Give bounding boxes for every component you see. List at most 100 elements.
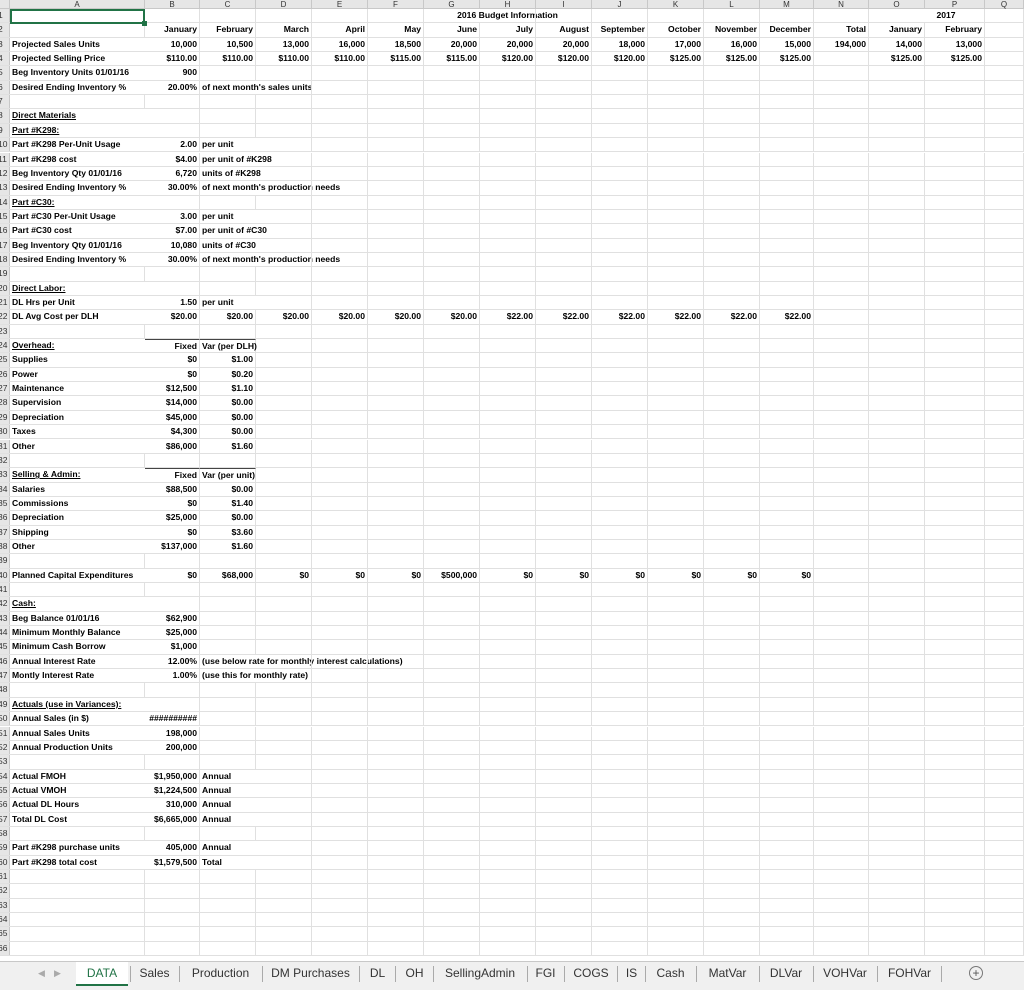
cell-P64[interactable] — [925, 913, 985, 927]
row-header-59[interactable]: 59 — [0, 841, 10, 855]
cell-Q11[interactable] — [985, 152, 1024, 166]
cell-E61[interactable] — [312, 870, 368, 884]
cell-L18[interactable] — [704, 252, 760, 267]
cell-B19[interactable] — [145, 267, 200, 281]
cell-C19[interactable] — [200, 267, 256, 281]
cell-G64[interactable] — [424, 913, 480, 927]
cell-E52[interactable] — [312, 740, 368, 755]
cell-H66[interactable] — [480, 941, 536, 956]
cell-J2[interactable]: September — [592, 23, 648, 37]
cell-O51[interactable] — [869, 726, 925, 740]
select-all-corner[interactable] — [0, 0, 10, 9]
cell-J8[interactable] — [592, 109, 648, 123]
cell-L25[interactable] — [704, 353, 760, 367]
cell-N22[interactable] — [814, 310, 869, 324]
cell-J54[interactable] — [592, 769, 648, 783]
cell-D41[interactable] — [256, 583, 312, 597]
cell-O57[interactable] — [869, 812, 925, 826]
cell-N26[interactable] — [814, 367, 869, 382]
cell-L35[interactable] — [704, 496, 760, 511]
cell-C35[interactable]: $1.40 — [200, 496, 256, 511]
cell-M31[interactable] — [760, 439, 814, 453]
cell-J33[interactable] — [592, 468, 648, 482]
cell-N6[interactable] — [814, 80, 869, 95]
cell-F10[interactable] — [368, 138, 424, 152]
cell-E33[interactable] — [312, 468, 368, 482]
cell-J55[interactable] — [592, 783, 648, 798]
cell-I44[interactable] — [536, 626, 592, 640]
cell-H14[interactable] — [480, 195, 536, 209]
cell-K49[interactable] — [648, 697, 704, 712]
cell-I59[interactable] — [536, 841, 592, 855]
cell-B56[interactable]: 310,000 — [145, 798, 200, 812]
cell-K29[interactable] — [648, 410, 704, 425]
cell-I35[interactable] — [536, 496, 592, 511]
cell-D42[interactable] — [256, 597, 312, 611]
cell-I41[interactable] — [536, 583, 592, 597]
cell-M15[interactable] — [760, 209, 814, 224]
cell-Q36[interactable] — [985, 511, 1024, 525]
cell-D15[interactable] — [256, 209, 312, 224]
cell-I21[interactable] — [536, 296, 592, 310]
cell-L7[interactable] — [704, 95, 760, 109]
cell-C51[interactable] — [200, 726, 256, 740]
cell-B62[interactable] — [145, 884, 200, 898]
cell-L39[interactable] — [704, 554, 760, 568]
cell-J30[interactable] — [592, 425, 648, 439]
cell-L59[interactable] — [704, 841, 760, 855]
cell-D24[interactable] — [256, 339, 312, 353]
cell-O53[interactable] — [869, 755, 925, 769]
cell-F30[interactable] — [368, 425, 424, 439]
cell-K47[interactable] — [648, 669, 704, 683]
cell-G41[interactable] — [424, 583, 480, 597]
cell-N48[interactable] — [814, 683, 869, 697]
cell-E44[interactable] — [312, 626, 368, 640]
column-header-O[interactable]: O — [869, 0, 925, 9]
cell-E51[interactable] — [312, 726, 368, 740]
cell-E38[interactable] — [312, 539, 368, 554]
cell-O44[interactable] — [869, 626, 925, 640]
cell-K46[interactable] — [648, 654, 704, 669]
cell-K44[interactable] — [648, 626, 704, 640]
cell-K3[interactable]: 17,000 — [648, 37, 704, 52]
cell-L37[interactable] — [704, 525, 760, 539]
cell-E48[interactable] — [312, 683, 368, 697]
cell-Q50[interactable] — [985, 712, 1024, 726]
cell-C52[interactable] — [200, 740, 256, 755]
cell-K15[interactable] — [648, 209, 704, 224]
cell-J10[interactable] — [592, 138, 648, 152]
cell-C25[interactable]: $1.00 — [200, 353, 256, 367]
cell-G44[interactable] — [424, 626, 480, 640]
cell-I51[interactable] — [536, 726, 592, 740]
cell-Q12[interactable] — [985, 166, 1024, 181]
row-header-5[interactable]: 5 — [0, 66, 10, 80]
cell-J25[interactable] — [592, 353, 648, 367]
cell-G38[interactable] — [424, 539, 480, 554]
cell-O9[interactable] — [869, 123, 925, 138]
cell-O61[interactable] — [869, 870, 925, 884]
cell-P30[interactable] — [925, 425, 985, 439]
cell-I24[interactable] — [536, 339, 592, 353]
cell-L43[interactable] — [704, 611, 760, 626]
cell-P38[interactable] — [925, 539, 985, 554]
row-header-40[interactable]: 40 — [0, 568, 10, 582]
cell-I34[interactable] — [536, 482, 592, 496]
cell-P34[interactable] — [925, 482, 985, 496]
cell-M27[interactable] — [760, 382, 814, 396]
cell-O3[interactable]: 14,000 — [869, 37, 925, 52]
cell-N30[interactable] — [814, 425, 869, 439]
cell-L38[interactable] — [704, 539, 760, 554]
cell-F46[interactable] — [368, 654, 424, 669]
cell-E22[interactable]: $20.00 — [312, 310, 368, 324]
cell-I58[interactable] — [536, 826, 592, 841]
cell-I43[interactable] — [536, 611, 592, 626]
cell-J31[interactable] — [592, 439, 648, 453]
cell-M24[interactable] — [760, 339, 814, 353]
cell-J28[interactable] — [592, 396, 648, 410]
cell-Q57[interactable] — [985, 812, 1024, 826]
cell-E65[interactable] — [312, 927, 368, 941]
cell-A27[interactable]: Maintenance — [10, 382, 145, 395]
cell-F21[interactable] — [368, 296, 424, 310]
cell-D54[interactable] — [256, 769, 312, 783]
cell-K17[interactable] — [648, 238, 704, 252]
